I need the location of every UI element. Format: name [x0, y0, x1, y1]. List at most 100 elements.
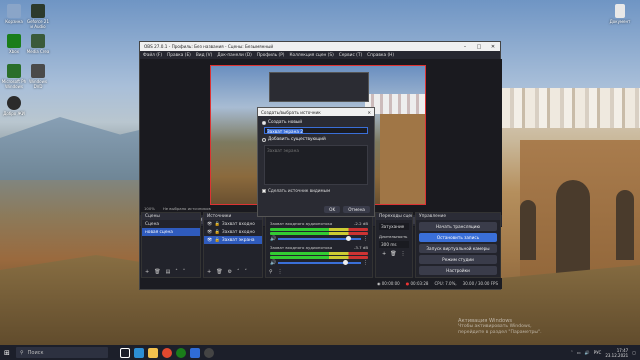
remove-icon[interactable]: 🗑 — [390, 251, 396, 257]
transition-select[interactable]: Затухание — [379, 223, 409, 230]
cancel-button[interactable]: Отмена — [343, 206, 370, 213]
source-name-input[interactable]: Захват экрана 2 — [264, 127, 368, 134]
windows-start-icon[interactable]: ⊞ — [4, 349, 10, 357]
scene-item[interactable]: новая сцена — [142, 228, 200, 236]
up-icon[interactable]: ˄ — [237, 269, 240, 275]
make-visible-checkbox[interactable]: Сделать источник видимым — [258, 187, 374, 194]
chevron-up-icon[interactable]: ˄ — [571, 350, 573, 355]
task-view-icon[interactable] — [120, 347, 130, 358]
menu-docks[interactable]: Док-панели (D) — [217, 53, 252, 58]
source-item[interactable]: 👁 🔒 Захват входно — [204, 220, 262, 228]
add-icon[interactable]: + — [145, 269, 149, 275]
speaker-icon[interactable]: 🔊 — [270, 236, 276, 242]
visibility-icon[interactable]: 👁 — [207, 238, 212, 243]
obs-icon[interactable] — [204, 347, 214, 358]
desktop-icon-label: Geforce 21 и Audio — [27, 19, 49, 29]
minimize-icon[interactable]: – — [458, 44, 472, 50]
taskbar-search[interactable]: ⚲ Поиск — [16, 347, 108, 358]
white-houses — [500, 88, 640, 128]
remove-icon[interactable]: 🗑 — [216, 269, 222, 275]
checkbox-icon[interactable] — [262, 188, 266, 193]
button-label: Режим студии — [442, 257, 474, 262]
close-icon[interactable]: ✕ — [486, 44, 500, 50]
app-icon — [31, 4, 45, 18]
start-streaming-button[interactable]: Начать трансляцию — [419, 222, 497, 231]
close-icon[interactable]: ✕ — [367, 110, 371, 115]
xbox-icon[interactable] — [176, 347, 186, 358]
maximize-icon[interactable]: □ — [472, 44, 486, 50]
menu-scene-collection[interactable]: Коллекция сцен (S) — [289, 53, 333, 58]
radio-icon[interactable] — [262, 120, 266, 125]
settings-icon[interactable]: ▤ — [166, 269, 171, 275]
slider-knob[interactable] — [342, 260, 348, 265]
system-tray: ˄ ▭ 🔊 РУС 17:47 23.12.2021 ▢ — [571, 348, 640, 358]
visibility-icon[interactable]: 👁 — [207, 222, 212, 227]
speaker-icon[interactable]: 🔊 — [270, 260, 276, 266]
studio-mode-button[interactable]: Режим студии — [419, 255, 497, 264]
volume-slider[interactable] — [278, 260, 361, 265]
existing-sources-list[interactable]: Захват экрана — [264, 145, 368, 185]
dialog-title-bar[interactable]: Создать/выбрать источник ✕ — [258, 108, 374, 116]
virtual-camera-button[interactable]: Запуск виртуальной камеры — [419, 244, 497, 253]
explorer-icon[interactable] — [148, 347, 158, 358]
source-item[interactable]: 👁 🔒 Захват экрана — [204, 236, 262, 244]
title-bar[interactable]: OBS 27.0.1 - Профиль: Без названия - Сце… — [140, 42, 500, 51]
desktop-icon[interactable]: Документ — [606, 4, 634, 24]
gear-icon[interactable]: ⋮ — [363, 260, 368, 266]
link-icon[interactable]: ⚲ — [269, 269, 273, 275]
desktop-icon[interactable]: Windows DVD — [24, 64, 52, 89]
source-label: Захват входно — [221, 229, 255, 235]
volume-slider[interactable] — [278, 236, 361, 241]
menu-profile[interactable]: Профиль (P) — [257, 53, 285, 58]
language-indicator[interactable]: РУС — [594, 350, 602, 355]
gear-icon[interactable]: ⋮ — [363, 236, 368, 242]
button-label: Настройки — [446, 268, 470, 273]
mail-icon[interactable] — [190, 347, 200, 358]
add-existing-radio[interactable]: Добавить существующий — [258, 136, 374, 143]
menu-view[interactable]: Вид (V) — [196, 53, 212, 58]
slider-knob[interactable] — [346, 236, 352, 241]
menu-edit[interactable]: Правка (E) — [167, 53, 191, 58]
desktop-icon[interactable]: Media Crea — [24, 34, 52, 54]
scene-item[interactable]: Сцена — [142, 220, 200, 228]
down-icon[interactable]: ˅ — [183, 269, 186, 275]
add-icon[interactable]: + — [207, 269, 211, 275]
remove-icon[interactable]: 🗑 — [154, 269, 160, 275]
visibility-icon[interactable]: 👁 — [207, 230, 212, 235]
volume-icon[interactable]: 🔊 — [585, 350, 590, 355]
desktop-icon-label: Xbox — [9, 49, 19, 54]
duration-input[interactable]: 300 ms — [379, 241, 409, 248]
clock[interactable]: 17:47 23.12.2021 — [605, 348, 628, 358]
source-label: Захват экрана — [221, 237, 255, 243]
desktop-icon-label: Добро ЖИ — [3, 111, 25, 116]
desktop-icon[interactable]: Geforce 21 и Audio — [24, 4, 52, 29]
existing-source-item[interactable]: Захват экрана — [267, 148, 365, 153]
menu-help[interactable]: Справка (H) — [367, 53, 394, 58]
notifications-icon[interactable]: ▢ — [632, 350, 636, 355]
lock-icon[interactable]: 🔒 — [214, 230, 219, 235]
add-icon[interactable]: + — [382, 251, 386, 257]
down-icon[interactable]: ˅ — [245, 269, 248, 275]
desktop-icon[interactable]: Добро ЖИ — [0, 96, 28, 116]
lock-icon[interactable]: 🔒 — [214, 222, 219, 227]
mixer-meter-wrap: 🔊 ⋮ — [266, 252, 372, 266]
chrome-icon[interactable] — [162, 347, 172, 358]
stop-recording-button[interactable]: Остановить запись — [419, 233, 497, 242]
edge-icon[interactable] — [134, 347, 144, 358]
rec-indicator: ● 00:03:28 — [406, 281, 429, 286]
menu-icon[interactable]: ⋮ — [278, 269, 283, 275]
menu-file[interactable]: Файл (F) — [143, 53, 162, 58]
settings-button[interactable]: Настройки — [419, 266, 497, 275]
level-meter — [270, 256, 368, 259]
lock-icon[interactable]: 🔒 — [214, 238, 219, 243]
menu-icon[interactable]: ⋮ — [401, 251, 406, 257]
radio-icon[interactable] — [262, 137, 266, 142]
create-source-dialog[interactable]: Создать/выбрать источник ✕ Создать новый… — [257, 107, 375, 217]
up-icon[interactable]: ˄ — [175, 269, 178, 275]
source-item[interactable]: 👁 🔒 Захват входно — [204, 228, 262, 236]
create-new-radio[interactable]: Создать новый — [258, 119, 374, 126]
settings-icon[interactable]: ⚙ — [228, 269, 232, 275]
network-icon[interactable]: ▭ — [577, 350, 581, 355]
menu-tools[interactable]: Сервис (T) — [339, 53, 362, 58]
ok-button[interactable]: OK — [324, 206, 341, 213]
